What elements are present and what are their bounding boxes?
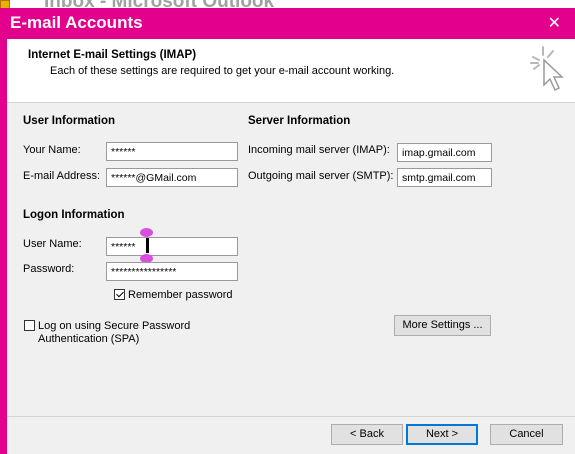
incoming-server-field[interactable]: imap.gmail.com [397, 143, 492, 162]
back-button[interactable]: < Back [331, 424, 403, 445]
email-address-field[interactable]: ******@GMail.com [106, 168, 238, 187]
password-field[interactable]: **************** [106, 262, 238, 281]
text-caret [146, 238, 149, 253]
dialog-header: Internet E-mail Settings (IMAP) Each of … [7, 39, 575, 103]
spa-label-line1: Log on using Secure Password [38, 320, 191, 332]
footer-separator [7, 416, 575, 417]
your-name-label: Your Name: [23, 144, 81, 156]
close-icon[interactable]: ✕ [548, 13, 561, 33]
header-subtitle: Each of these settings are required to g… [50, 65, 395, 77]
spa-label-line2: Authentication (SPA) [38, 333, 140, 345]
next-button[interactable]: Next > [406, 424, 478, 445]
remember-password-checkbox[interactable] [114, 289, 125, 300]
outgoing-server-field[interactable]: smtp.gmail.com [397, 168, 492, 187]
cancel-button[interactable]: Cancel [490, 424, 563, 445]
remember-password-label: Remember password [128, 289, 233, 301]
user-info-heading: User Information [23, 115, 116, 127]
your-name-field[interactable]: ****** [106, 142, 238, 161]
server-info-heading: Server Information [248, 115, 351, 127]
user-name-field[interactable]: ****** [106, 237, 238, 256]
password-label: Password: [23, 263, 75, 275]
window-title: E-mail Accounts [10, 13, 143, 32]
email-address-label: E-mail Address: [23, 170, 101, 182]
cursor-sparkle-icon [530, 46, 564, 92]
email-accounts-dialog: E-mail Accounts ✕ Internet E-mail Settin… [0, 8, 575, 454]
outgoing-server-label: Outgoing mail server (SMTP): [248, 170, 394, 182]
incoming-server-label: Incoming mail server (IMAP): [248, 144, 390, 156]
title-bar[interactable]: E-mail Accounts ✕ [7, 8, 575, 39]
selection-handle-top[interactable] [140, 228, 153, 237]
logon-info-heading: Logon Information [23, 209, 125, 221]
header-title: Internet E-mail Settings (IMAP) [28, 49, 197, 61]
user-name-label: User Name: [23, 238, 82, 250]
spa-checkbox[interactable] [24, 320, 35, 331]
more-settings-button[interactable]: More Settings ... [394, 315, 491, 336]
